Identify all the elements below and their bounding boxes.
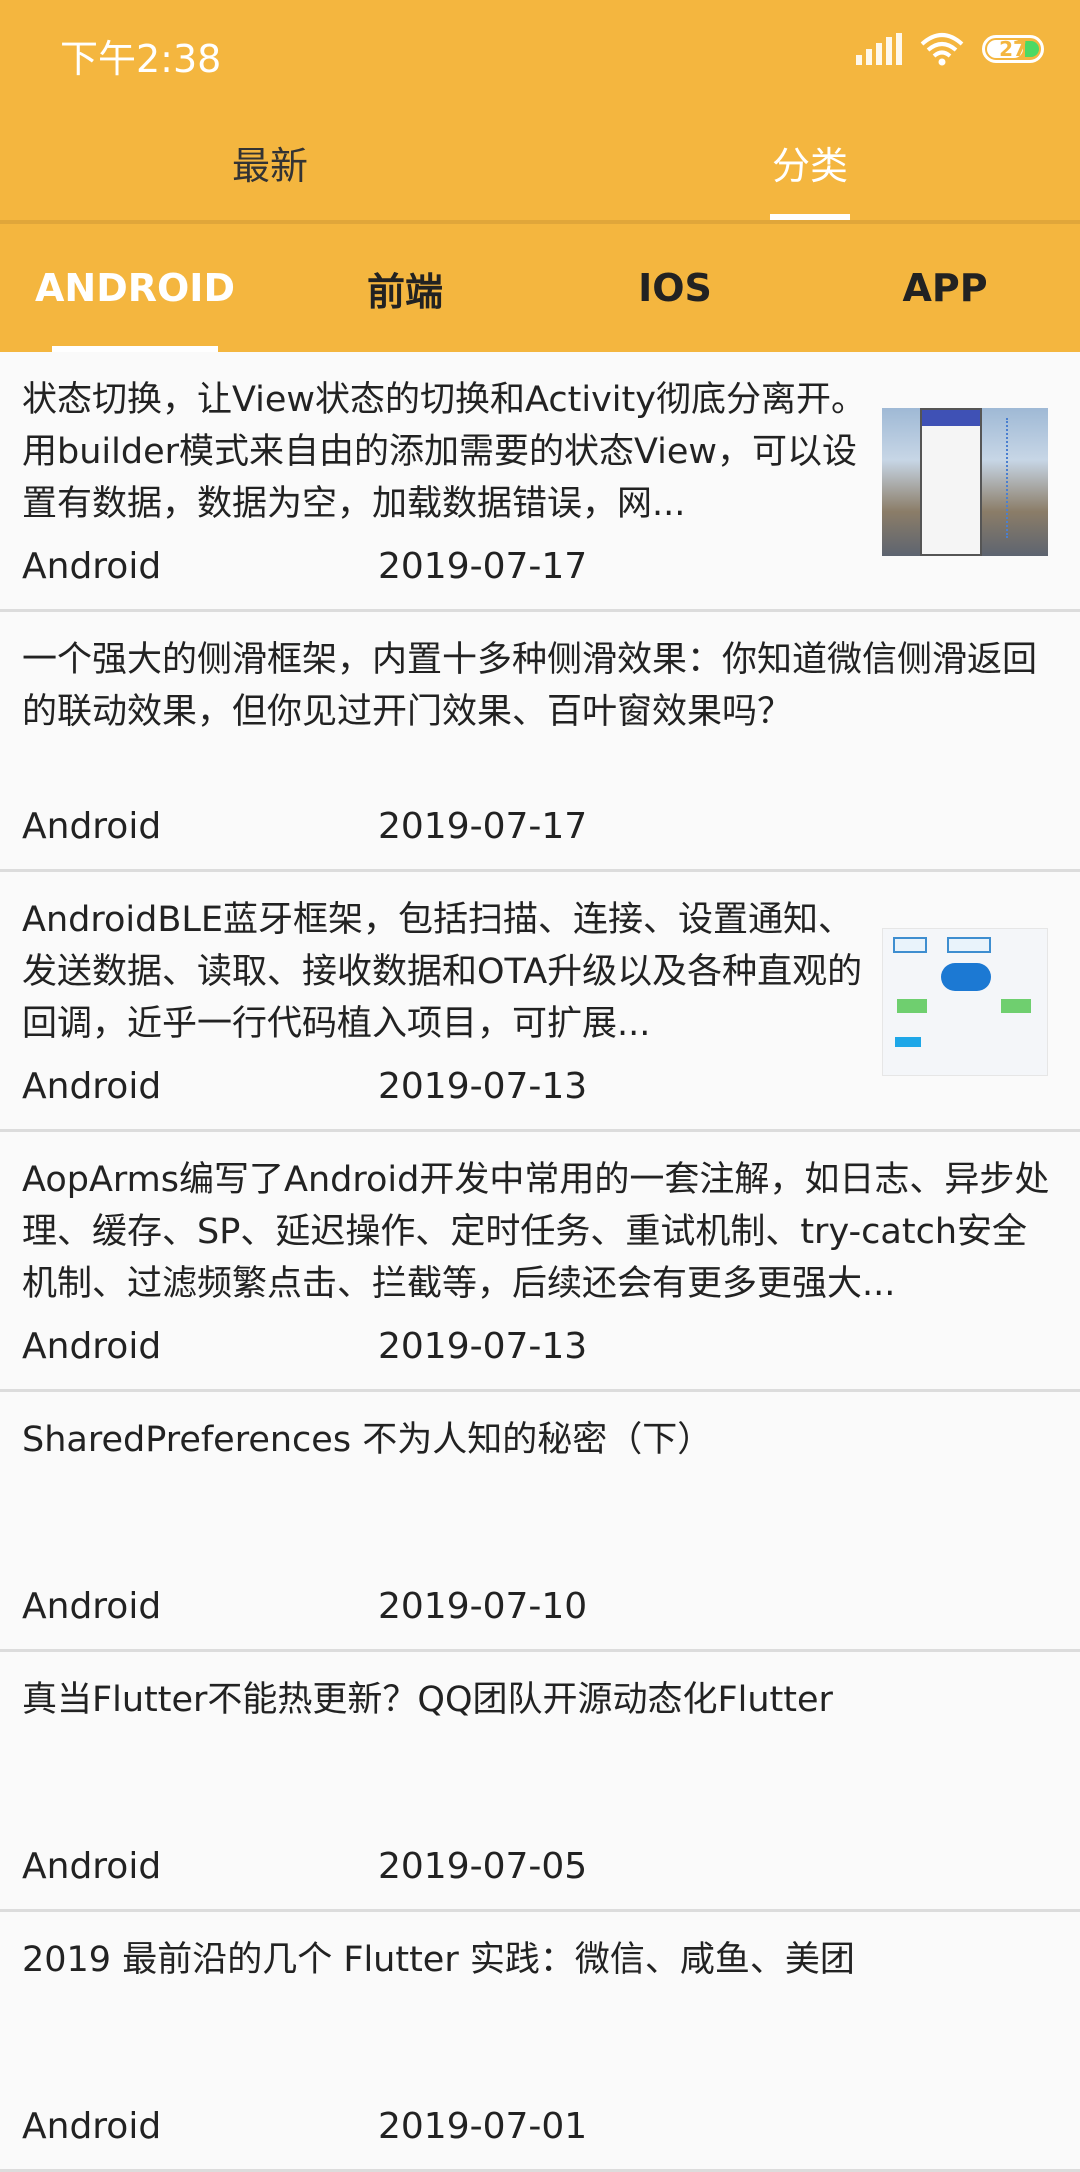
article-date: 2019-07-01 xyxy=(378,2106,588,2147)
article-title: 真当Flutter不能热更新？QQ团队开源动态化Flutter xyxy=(22,1680,833,1720)
status-icons: 27 xyxy=(856,32,1044,66)
category-tab-bar: ANDROID 前端 IOS APP xyxy=(0,224,1080,352)
article-date: 2019-07-17 xyxy=(378,806,588,847)
article-category: Android xyxy=(22,1586,162,1627)
tab-frontend[interactable]: 前端 xyxy=(270,224,540,352)
article-title: AndroidBLE蓝牙框架，包括扫描、连接、设置通知、发送数据、读取、接收数据… xyxy=(22,900,863,1044)
article-category: Android xyxy=(22,1846,162,1887)
list-item[interactable]: 真当Flutter不能热更新？QQ团队开源动态化Flutter Android … xyxy=(0,1652,1080,1912)
list-item[interactable]: AndroidBLE蓝牙框架，包括扫描、连接、设置通知、发送数据、读取、接收数据… xyxy=(0,872,1080,1132)
list-item[interactable]: SharedPreferences 不为人知的秘密（下） Android 201… xyxy=(0,1392,1080,1652)
status-time: 下午2:38 xyxy=(60,37,222,81)
article-date: 2019-07-13 xyxy=(378,1066,588,1107)
article-category: Android xyxy=(22,1326,162,1367)
tab-latest[interactable]: 最新 xyxy=(0,104,540,220)
app-header: 下午2:38 27 最新 分类 ANDROID 前端 IOS APP xyxy=(0,0,1080,352)
article-thumbnail xyxy=(882,928,1048,1076)
wifi-icon xyxy=(920,33,964,66)
article-date: 2019-07-10 xyxy=(378,1586,588,1627)
list-item[interactable]: 2019 最前沿的几个 Flutter 实践：微信、咸鱼、美团 Android … xyxy=(0,1912,1080,2172)
list-item[interactable]: AopArms编写了Android开发中常用的一套注解，如日志、异步处理、缓存、… xyxy=(0,1132,1080,1392)
article-category: Android xyxy=(22,806,162,847)
tab-ios[interactable]: IOS xyxy=(540,224,810,352)
tab-app[interactable]: APP xyxy=(810,224,1080,352)
list-item[interactable]: 一个强大的侧滑框架，内置十多种侧滑效果：你知道微信侧滑返回的联动效果，但你见过开… xyxy=(0,612,1080,872)
tab-android[interactable]: ANDROID xyxy=(0,224,270,352)
article-thumbnail xyxy=(882,408,1048,556)
article-list: 状态切换，让View状态的切换和Activity彻底分离开。用builder模式… xyxy=(0,352,1080,2172)
status-bar: 下午2:38 27 xyxy=(0,0,1080,104)
battery-icon: 27 xyxy=(982,35,1044,63)
article-title: AopArms编写了Android开发中常用的一套注解，如日志、异步处理、缓存、… xyxy=(22,1160,1050,1304)
article-date: 2019-07-17 xyxy=(378,546,588,587)
top-tab-bar: 最新 分类 xyxy=(0,104,1080,220)
article-category: Android xyxy=(22,546,162,587)
article-date: 2019-07-05 xyxy=(378,1846,588,1887)
article-category: Android xyxy=(22,2106,162,2147)
signal-icon xyxy=(856,33,902,65)
article-title: SharedPreferences 不为人知的秘密（下） xyxy=(22,1420,713,1460)
article-title: 状态切换，让View状态的切换和Activity彻底分离开。用builder模式… xyxy=(22,380,866,524)
article-category: Android xyxy=(22,1066,162,1107)
article-title: 2019 最前沿的几个 Flutter 实践：微信、咸鱼、美团 xyxy=(22,1940,855,1980)
tab-categories[interactable]: 分类 xyxy=(540,104,1080,220)
battery-level: 27 xyxy=(999,37,1027,61)
list-item[interactable]: 状态切换，让View状态的切换和Activity彻底分离开。用builder模式… xyxy=(0,352,1080,612)
article-date: 2019-07-13 xyxy=(378,1326,588,1367)
article-title: 一个强大的侧滑框架，内置十多种侧滑效果：你知道微信侧滑返回的联动效果，但你见过开… xyxy=(22,640,1038,732)
